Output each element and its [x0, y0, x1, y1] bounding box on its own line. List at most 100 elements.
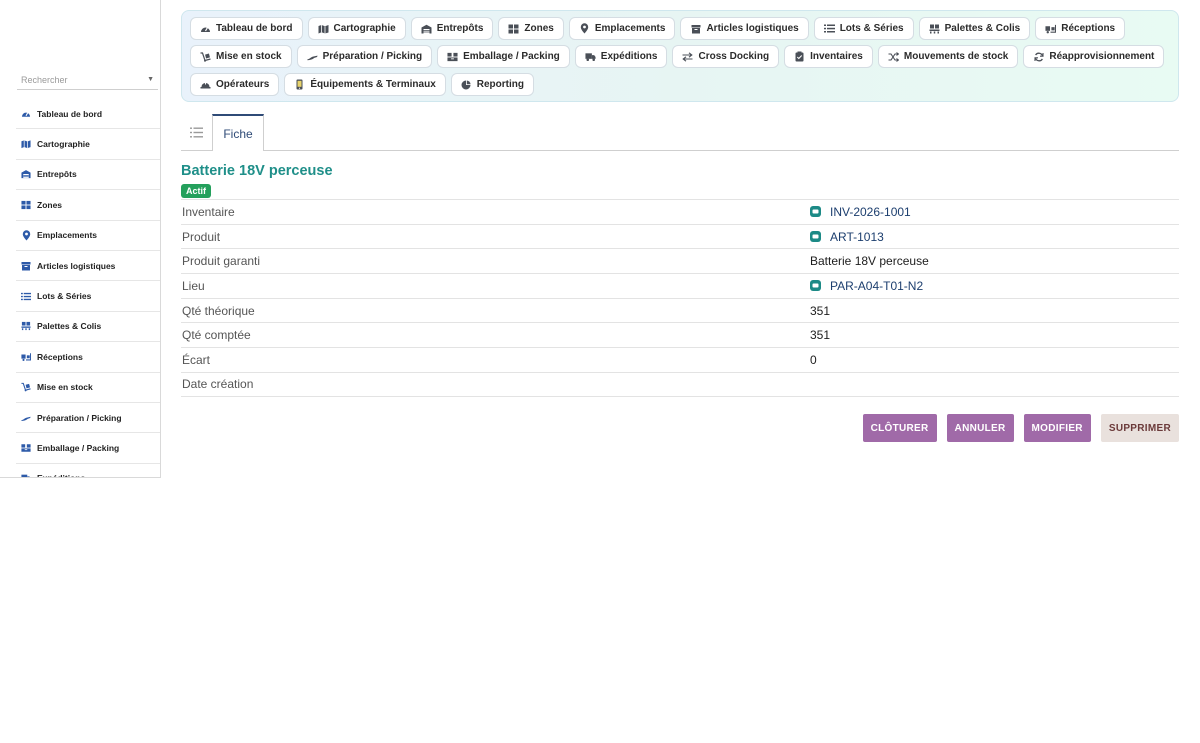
sidebar-item-label: Réceptions	[37, 351, 83, 362]
mobile-icon	[294, 79, 305, 90]
location-pin-icon	[579, 23, 590, 34]
tab-fiche[interactable]: Fiche	[212, 114, 264, 151]
nav-chip[interactable]: Palettes & Colis	[918, 17, 1031, 40]
nav-chip[interactable]: Cross Docking	[672, 45, 780, 68]
refresh-icon	[1033, 51, 1044, 62]
nav-chip[interactable]: Lots & Séries	[813, 17, 914, 40]
sidebar-item[interactable]: Palettes & Colis	[16, 312, 160, 343]
nav-chip-label: Réapprovisionnement	[1049, 51, 1155, 62]
hand-icon	[307, 51, 318, 62]
sidebar-item[interactable]: Articles logistiques	[16, 251, 160, 282]
box-icon	[21, 261, 31, 271]
sidebar-item-label: Tableau de bord	[37, 108, 103, 119]
nav-chip-label: Expéditions	[600, 51, 658, 62]
nav-chip[interactable]: Expéditions	[574, 45, 668, 68]
field-label: Produit	[182, 229, 221, 244]
nav-chip-label: Reporting	[476, 79, 524, 90]
nav-chip-label: Cartographie	[333, 23, 396, 34]
sidebar-item-label: Lots & Séries	[37, 291, 92, 302]
nav-chip[interactable]: Opérateurs	[190, 73, 280, 96]
nav-chip[interactable]: Équipements & Terminaux	[284, 73, 446, 96]
sidebar-item-label: Préparation / Picking	[37, 412, 122, 423]
hand-icon	[21, 413, 31, 423]
nav-chip[interactable]: Entrepôts	[410, 17, 494, 40]
sidebar-item[interactable]: Réceptions	[16, 342, 160, 373]
location-pin-icon	[21, 230, 31, 241]
sidebar-item-label: Zones	[37, 199, 63, 210]
nav-chip[interactable]: Zones	[498, 17, 564, 40]
record-title: Batterie 18V perceuse	[181, 163, 333, 179]
nav-chip[interactable]: Reporting	[450, 73, 534, 96]
list-icon	[21, 291, 31, 301]
truck-loading-icon	[1045, 23, 1057, 34]
field-value-text: PAR-A04-T01-N2	[830, 278, 924, 293]
sidebar-item[interactable]: Préparation / Picking	[16, 403, 160, 434]
field-label: Qté théorique	[182, 303, 255, 318]
field-link[interactable]: ART-1013	[810, 230, 884, 244]
cancel-button[interactable]: ANNULER	[946, 414, 1014, 442]
field-label: Inventaire	[182, 204, 235, 219]
sidebar-item[interactable]: Mise en stock	[16, 373, 160, 403]
warehouse-icon	[21, 169, 31, 179]
nav-chip-label: Zones	[524, 23, 554, 34]
field-value-text: 0	[810, 352, 817, 367]
truck-loading-icon	[21, 352, 31, 362]
record-link-icon	[810, 206, 821, 218]
nav-chip-label: Lots & Séries	[839, 23, 904, 34]
boxes-icon	[447, 51, 458, 62]
nav-chip-label: Préparation / Picking	[322, 51, 423, 62]
nav-chip-label: Inventaires	[810, 51, 863, 62]
list-icon	[190, 127, 203, 137]
sidebar-item-label: Emplacements	[37, 230, 97, 241]
nav-chip[interactable]: Emplacements	[568, 17, 676, 40]
nav-chip[interactable]: Mise en stock	[190, 45, 292, 68]
nav-chip-label: Tableau de bord	[216, 23, 293, 34]
nav-chip[interactable]: Inventaires	[784, 45, 873, 68]
caret-down-icon: ▼	[147, 76, 154, 83]
field-link[interactable]: PAR-A04-T01-N2	[810, 279, 923, 293]
nav-chip[interactable]: Articles logistiques	[680, 17, 809, 40]
field-label: Date création	[182, 377, 254, 392]
sidebar-item-label: Entrepôts	[37, 169, 77, 180]
status-badge: Actif	[181, 184, 211, 198]
sidebar-item[interactable]: Zones	[16, 190, 160, 221]
warehouse-icon	[421, 23, 432, 34]
sidebar-item[interactable]: Tableau de bord	[16, 99, 160, 130]
sidebar-item[interactable]: Expéditions	[16, 464, 160, 477]
sidebar-item-label: Mise en stock	[37, 382, 93, 393]
field-value-text: Batterie 18V perceuse	[810, 254, 929, 269]
list-view-tab[interactable]	[181, 114, 212, 150]
nav-chip[interactable]: Tableau de bord	[190, 17, 303, 40]
grid-icon	[508, 23, 519, 34]
pie-chart-icon	[461, 79, 472, 90]
edit-button[interactable]: MODIFIER	[1023, 414, 1091, 442]
nav-chip[interactable]: Mouvements de stock	[877, 45, 1019, 68]
field-value: 0	[810, 353, 817, 367]
field-row: Inventaire INV-2026-1001	[181, 199, 1179, 224]
top-nav: Tableau de bord Cartographie Entrepôts Zone…	[181, 10, 1179, 102]
sidebar-item[interactable]: Cartographie	[16, 129, 160, 160]
delete-button[interactable]: SUPPRIMER	[1100, 414, 1179, 442]
nav-chip[interactable]: Réapprovisionnement	[1023, 45, 1165, 68]
nav-chip-label: Emballage / Packing	[463, 51, 560, 62]
sidebar-search-select[interactable]: Rechercher ▼	[17, 70, 158, 90]
field-label: Produit garanti	[182, 254, 261, 269]
field-value: 351	[810, 328, 830, 342]
nav-chip-label: Réceptions	[1061, 23, 1116, 34]
hard-hat-icon	[200, 79, 211, 90]
field-value-text: ART-1013	[830, 229, 884, 244]
nav-chip[interactable]: Cartographie	[307, 17, 406, 40]
nav-chip[interactable]: Préparation / Picking	[296, 45, 433, 68]
field-value: Batterie 18V perceuse	[810, 254, 929, 268]
close-button[interactable]: CLÔTURER	[862, 414, 937, 442]
view-tabs: Fiche	[181, 114, 1179, 151]
nav-chip[interactable]: Réceptions	[1035, 17, 1126, 40]
nav-chip[interactable]: Emballage / Packing	[437, 45, 570, 68]
sidebar-item[interactable]: Emballage / Packing	[16, 433, 160, 464]
sidebar-item[interactable]: Emplacements	[16, 221, 160, 251]
nav-chip-label: Opérateurs	[216, 79, 270, 90]
sidebar-item[interactable]: Lots & Séries	[16, 281, 160, 312]
exchange-icon	[682, 51, 694, 62]
sidebar-item[interactable]: Entrepôts	[16, 160, 160, 191]
field-link[interactable]: INV-2026-1001	[810, 205, 911, 219]
